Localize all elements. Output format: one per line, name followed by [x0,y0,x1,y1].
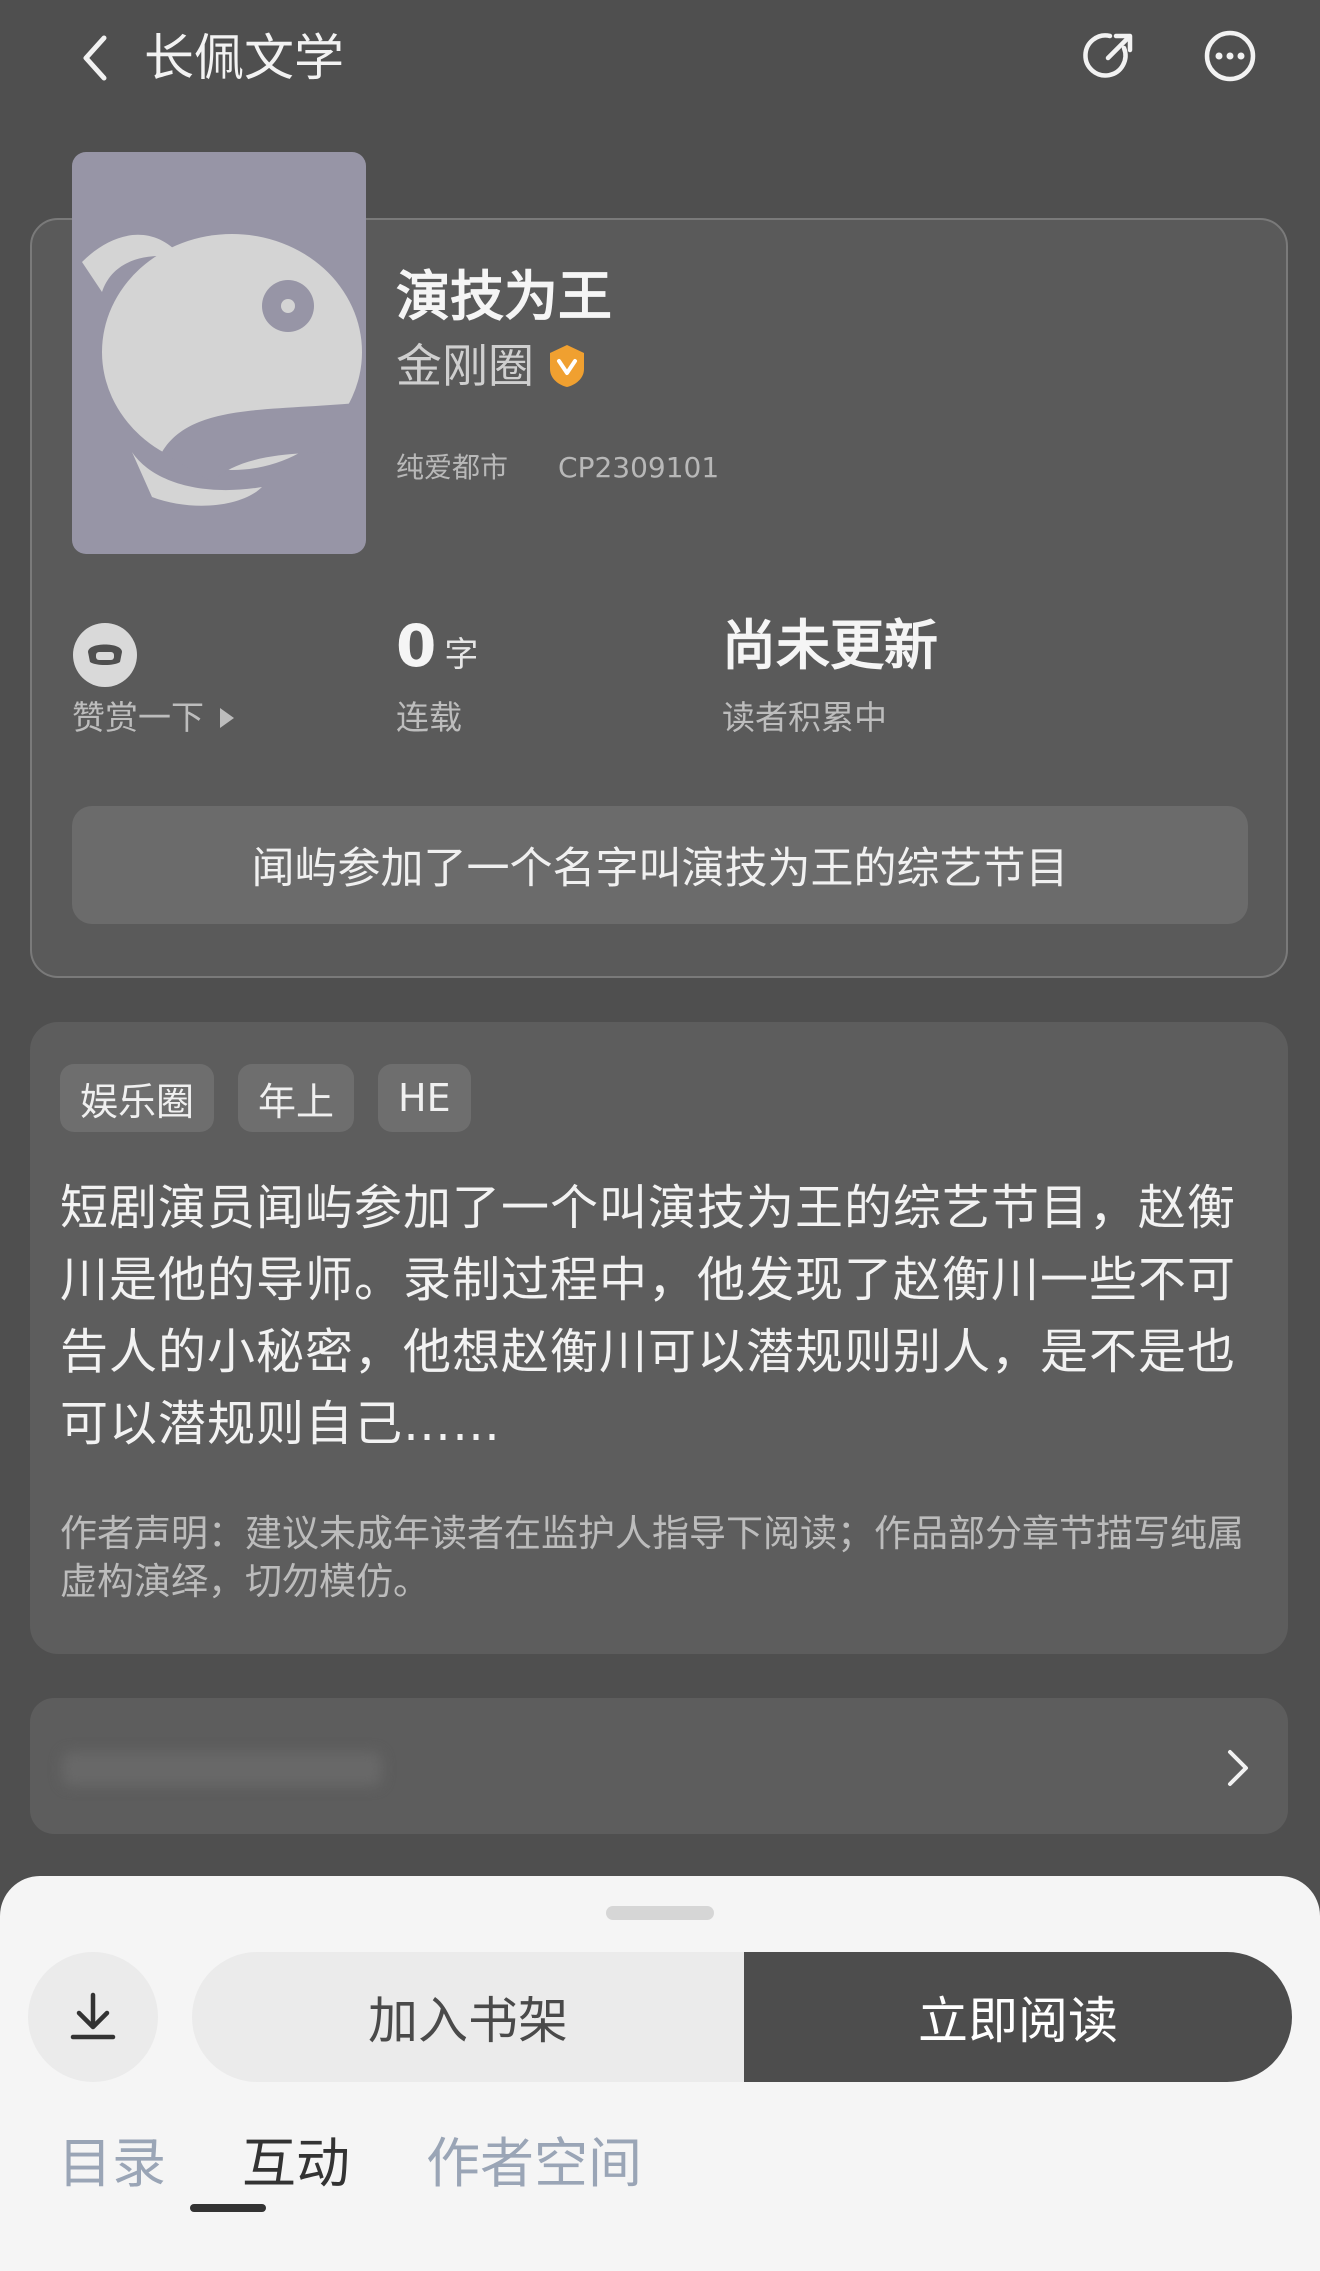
book-id: CP2309101 [558,451,720,484]
tab-bar: 目录 互动 作者空间 [58,2126,718,2202]
top-bar: 长佩文学 [0,0,1320,120]
read-now-button[interactable]: 立即阅读 [744,1952,1292,2082]
chevron-left-icon [83,35,107,81]
book-category: 纯爱都市 [396,451,509,484]
synopsis: 短剧演员闻屿参加了一个叫演技为王的综艺节目，赵衡川是他的导师。录制过程中，他发现… [60,1180,1237,1452]
tab-catalog[interactable]: 目录 [58,2126,166,2202]
active-tab-indicator [190,2204,266,2212]
tab-interaction[interactable]: 互动 [242,2126,350,2202]
verified-badge-icon [550,345,584,387]
word-count-value: 0 [396,612,437,680]
page-title: 长佩文学 [144,29,344,87]
book-cover[interactable] [72,152,366,554]
word-count-unit: 字 [444,635,479,675]
serial-status: 连载 [396,698,462,737]
back-button[interactable] [72,28,122,88]
download-icon [70,1992,116,2040]
sheet-handle[interactable] [606,1906,714,1920]
tag-item[interactable]: 年上 [238,1064,355,1132]
book-tagline: 闻屿参加了一个名字叫演技为王的综艺节目 [72,806,1248,924]
update-status: 尚未更新 [722,614,938,677]
tag-list: 娱乐圈 年上 HE [60,1064,495,1132]
add-to-shelf-button[interactable]: 加入书架 [192,1952,744,2082]
tag-item[interactable]: HE [378,1064,471,1132]
book-meta: 纯爱都市 CP2309101 [396,448,719,488]
share-button[interactable] [1080,26,1140,86]
book-detail-page: 长佩文学 演技为王 金刚圈 纯爱都市 CP2309101 赞赏一下 0 字 连载… [0,0,1320,2271]
update-sub-label: 读者积累中 [722,698,887,737]
chevron-right-icon [1228,1750,1248,1786]
book-title: 演技为王 [396,265,612,328]
author-row[interactable]: 金刚圈 [396,336,590,396]
author-name[interactable]: 金刚圈 [396,336,534,396]
blurred-text [62,1752,382,1786]
tip-icon[interactable] [72,622,138,688]
share-icon [1083,33,1133,78]
tip-label: 赞赏一下 [72,698,204,737]
whale-mascot-icon [82,234,366,506]
more-button[interactable] [1200,26,1260,86]
word-count: 0 字 [396,610,478,682]
tip-button[interactable]: 赞赏一下 [72,696,234,740]
tab-author-space[interactable]: 作者空间 [426,2126,642,2202]
download-button[interactable] [28,1952,158,2082]
author-statement: 作者声明：建议未成年读者在监护人指导下阅读；作品部分章节描写纯属虚构演绎，切勿模… [60,1512,1244,1603]
more-icon [1204,30,1256,82]
tag-item[interactable]: 娱乐圈 [60,1064,215,1132]
play-arrow-icon [220,708,234,728]
